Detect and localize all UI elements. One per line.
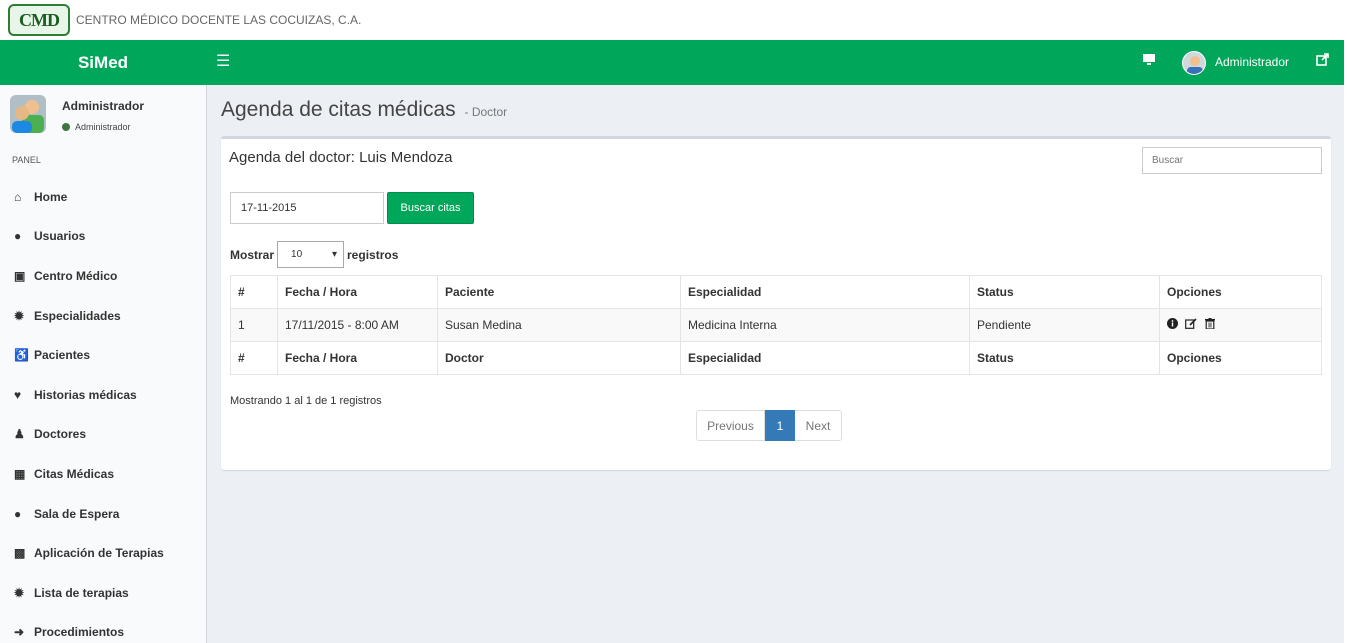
page-length-control: Mostrar 10 ▾ registros (230, 241, 398, 268)
page-title-text: Agenda de citas médicas (221, 98, 456, 121)
user-avatar[interactable] (1182, 51, 1206, 75)
column-footer: Status (969, 341, 1160, 375)
cell-specialty: Medicina Interna (680, 308, 970, 342)
sidebar-item-historias[interactable]: ♥ Historias médicas (0, 375, 206, 415)
sidebar-item-especialidades[interactable]: ✹ Especialidades (0, 296, 206, 336)
pagination: Previous 1 Next (696, 410, 842, 441)
brand-bar: CMD CENTRO MÉDICO DOCENTE LAS COCUIZAS, … (0, 0, 1347, 40)
online-dot-icon (62, 123, 70, 131)
page-length-select[interactable]: 10 ▾ (277, 241, 345, 268)
sidebar-item-label: Usuarios (34, 229, 86, 244)
sidebar-item-label: Home (34, 189, 68, 204)
sidebar-item-citas[interactable]: ▦ Citas Médicas (0, 454, 206, 494)
cell-num: 1 (230, 308, 278, 342)
table-footer-row: # Fecha / Hora Doctor Especialidad Statu… (230, 341, 1322, 375)
appointments-table: # Fecha / Hora Paciente Especialidad Sta… (230, 275, 1322, 375)
trash-icon[interactable] (1204, 318, 1215, 332)
clinic-logo: CMD (8, 4, 70, 36)
sidebar-item-label: Procedimientos (34, 625, 125, 640)
info-icon[interactable] (1167, 318, 1178, 332)
sidebar-item-usuarios[interactable]: ● Usuarios (0, 217, 206, 257)
previous-page-button[interactable]: Previous (696, 410, 765, 441)
gear-icon: ✹ (14, 585, 25, 600)
calendar-icon: ▦ (14, 466, 26, 481)
page-subtitle: - Doctor (464, 105, 508, 119)
building-icon: ▣ (14, 268, 26, 283)
sidebar-item-lista-terapias[interactable]: ✹ Lista de terapias (0, 573, 206, 613)
page-1-button[interactable]: 1 (765, 410, 795, 441)
show-label: Mostrar (230, 247, 275, 262)
users-icon: ● (14, 229, 22, 244)
table-row: 1 17/11/2015 - 8:00 AM Susan Medina Medi… (230, 308, 1322, 342)
sidebar-item-label: Pacientes (34, 348, 91, 363)
records-label: registros (347, 247, 399, 262)
sidebar-item-label: Lista de terapias (34, 585, 129, 600)
sidebar-item-label: Historias médicas (34, 387, 137, 402)
column-header[interactable]: Paciente (437, 275, 681, 309)
column-header[interactable]: Fecha / Hora (277, 275, 438, 309)
sidebar-item-home[interactable]: ⌂ Home (0, 177, 206, 217)
sidebar-panel-header: PANEL (12, 155, 41, 165)
sidebar-avatar (10, 95, 46, 133)
monitor-icon[interactable] (1142, 53, 1160, 71)
sidebar-menu: ⌂ Home ● Usuarios ▣ Centro Médico ✹ Especial… (0, 177, 206, 643)
cell-datetime: 17/11/2015 - 8:00 AM (277, 308, 438, 342)
next-page-button[interactable]: Next (795, 410, 842, 441)
column-footer: Especialidad (680, 341, 970, 375)
column-header[interactable]: Status (969, 275, 1160, 309)
user-menu-name[interactable]: Administrador (1215, 55, 1289, 69)
logout-icon[interactable] (1316, 53, 1334, 71)
table-info: Mostrando 1 al 1 de 1 registros (230, 395, 382, 407)
users-icon: ● (14, 506, 22, 521)
sidebar-item-sala-espera[interactable]: ● Sala de Espera (0, 494, 206, 534)
sidebar-item-label: Aplicación de Terapias (34, 546, 164, 561)
cell-options (1159, 308, 1322, 342)
sidebar: Administrador Administrador PANEL ⌂ Home … (0, 85, 207, 643)
top-navbar: SiMed ☰ Administrador (0, 40, 1344, 85)
app-name[interactable]: SiMed (0, 40, 206, 85)
sidebar-item-doctores[interactable]: ♟ Doctores (0, 415, 206, 455)
sidebar-item-procedimientos[interactable]: ➜ Procedimientos (0, 613, 206, 643)
organization-name: CENTRO MÉDICO DOCENTE LAS COCUIZAS, C.A. (76, 13, 362, 27)
sidebar-item-pacientes[interactable]: ♿ Pacientes (0, 335, 206, 375)
search-input[interactable] (1142, 147, 1322, 174)
home-icon: ⌂ (14, 189, 22, 204)
wheelchair-icon: ♿ (14, 348, 29, 363)
sidebar-item-label: Especialidades (34, 308, 121, 323)
sidebar-user-role: Administrador (75, 122, 131, 132)
box-title: Agenda del doctor: Luis Mendoza (229, 149, 453, 166)
sidebar-item-centro-medico[interactable]: ▣ Centro Médico (0, 256, 206, 296)
column-footer: Doctor (437, 341, 681, 375)
user-md-icon: ♟ (14, 427, 25, 442)
sidebar-user-name: Administrador (62, 99, 145, 113)
column-footer: Opciones (1159, 341, 1322, 375)
hamburger-menu-icon[interactable]: ☰ (216, 53, 234, 71)
page-title: Agenda de citas médicas - Doctor (221, 98, 507, 122)
sidebar-user-panel: Administrador Administrador (0, 85, 206, 145)
sidebar-item-label: Citas Médicas (34, 466, 115, 481)
sidebar-item-label: Sala de Espera (34, 506, 120, 521)
sidebar-item-label: Doctores (34, 427, 87, 442)
sidebar-item-terapias[interactable]: ▩ Aplicación de Terapias (0, 533, 206, 573)
table-header-row: # Fecha / Hora Paciente Especialidad Sta… (230, 275, 1322, 309)
column-footer: Fecha / Hora (277, 341, 438, 375)
sidebar-item-label: Centro Médico (34, 268, 118, 283)
column-header[interactable]: Especialidad (680, 275, 970, 309)
gear-icon: ✹ (14, 308, 25, 323)
page-length-value: 10 (291, 249, 303, 260)
caret-down-icon: ▾ (331, 249, 338, 260)
sidebar-user-status: Administrador (62, 122, 131, 132)
column-footer: # (230, 341, 278, 375)
agenda-box: Agenda del doctor: Luis Mendoza Buscar c… (221, 136, 1331, 470)
edit-icon[interactable] (1185, 318, 1197, 332)
column-header[interactable]: Opciones (1159, 275, 1322, 309)
cell-patient: Susan Medina (437, 308, 681, 342)
arrow-circle-icon: ➜ (14, 625, 25, 640)
medkit-icon: ▩ (14, 546, 26, 561)
heartbeat-icon: ♥ (14, 387, 22, 402)
column-header[interactable]: # (230, 275, 278, 309)
cell-status: Pendiente (969, 308, 1160, 342)
search-appointments-button[interactable]: Buscar citas (387, 192, 474, 224)
date-input[interactable] (230, 192, 384, 224)
